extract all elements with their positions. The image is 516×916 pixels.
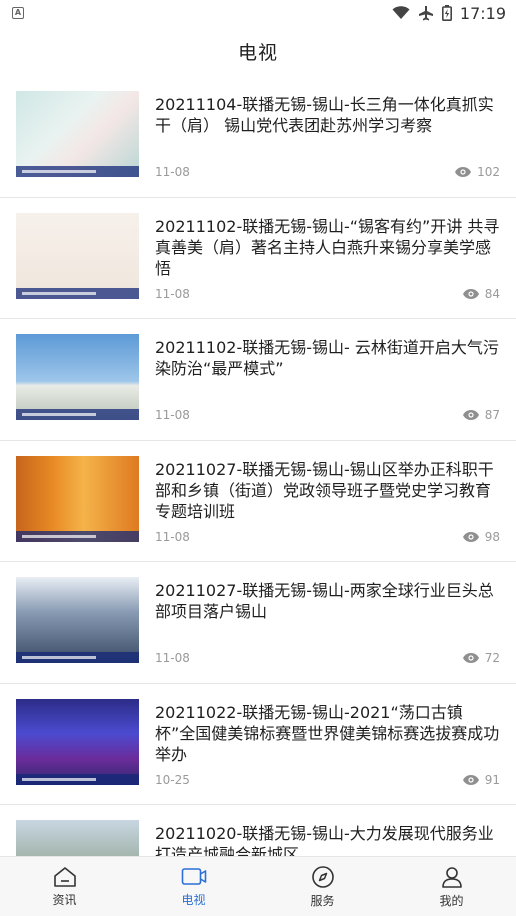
eye-icon — [455, 167, 472, 177]
status-bar: A 17:19 — [0, 0, 516, 26]
view-count-value: 84 — [484, 286, 500, 301]
tab-label: 电视 — [181, 892, 206, 907]
bottom-tab-bar: 资讯 电视 服务 我的 — [0, 856, 516, 916]
video-thumbnail[interactable] — [16, 455, 139, 542]
news-list[interactable]: 20211104-联播无锡-锡山-长三角一体化真抓实干（肩） 锡山党代表团赴苏州… — [0, 76, 516, 856]
news-item[interactable]: 20211020-联播无锡-锡山-大力发展现代服务业 打造产城融合新城区 — [0, 805, 516, 856]
tab-label: 服务 — [310, 893, 335, 908]
video-thumbnail[interactable] — [16, 212, 139, 299]
tab-news[interactable]: 资讯 — [0, 857, 129, 916]
thumbnail-caption-bar — [16, 652, 139, 663]
news-date: 11-08 — [155, 408, 190, 422]
video-thumbnail[interactable] — [16, 820, 139, 856]
view-count: 72 — [462, 651, 500, 665]
view-count-value: 87 — [484, 408, 500, 422]
tab-label: 我的 — [439, 893, 464, 908]
thumbnail-caption-bar — [16, 409, 139, 420]
video-thumbnail[interactable] — [16, 577, 139, 663]
app-header: 电视 — [0, 26, 516, 76]
news-title[interactable]: 20211027-联播无锡-锡山-锡山区举办正科职干部和乡镇（街道）党政领导班子… — [155, 456, 500, 519]
news-item[interactable]: 20211022-联播无锡-锡山-2021“荡口古镇杯”全国健美锦标赛暨世界健美… — [0, 684, 516, 805]
news-title[interactable]: 20211104-联播无锡-锡山-长三角一体化真抓实干（肩） 锡山党代表团赴苏州… — [155, 91, 500, 136]
view-count-value: 72 — [484, 651, 500, 665]
eye-icon — [462, 531, 479, 542]
video-thumbnail[interactable] — [16, 334, 139, 420]
eye-icon — [462, 653, 479, 663]
tv-icon — [181, 867, 206, 885]
news-item[interactable]: 20211104-联播无锡-锡山-长三角一体化真抓实干（肩） 锡山党代表团赴苏州… — [0, 76, 516, 198]
tab-services[interactable]: 服务 — [258, 857, 387, 916]
video-thumbnail[interactable] — [16, 91, 139, 177]
news-date: 11-08 — [155, 651, 190, 665]
thumbnail-caption-bar — [16, 530, 139, 542]
thumbnail-caption-bar — [16, 166, 139, 177]
view-count-value: 91 — [484, 772, 500, 787]
sim-notification-icon: A — [12, 7, 24, 19]
tab-tv[interactable]: 电视 — [129, 857, 258, 916]
home-icon — [53, 866, 76, 887]
battery-icon — [441, 5, 452, 21]
view-count-value: 98 — [484, 529, 500, 544]
clock-time: 17:19 — [459, 3, 506, 23]
eye-icon — [462, 774, 479, 785]
page-title: 电视 — [237, 41, 278, 64]
video-thumbnail[interactable] — [16, 698, 139, 785]
tab-mine[interactable]: 我的 — [387, 857, 516, 916]
news-item[interactable]: 20211027-联播无锡-锡山-锡山区举办正科职干部和乡镇（街道）党政领导班子… — [0, 441, 516, 562]
tab-label: 资讯 — [52, 892, 77, 907]
view-count: 102 — [455, 165, 500, 179]
news-date: 11-08 — [155, 529, 190, 544]
news-date: 11-08 — [155, 286, 190, 301]
news-item[interactable]: 20211102-联播无锡-锡山- 云林街道开启大气污染防治“最严模式” 11-… — [0, 319, 516, 441]
news-date: 10-25 — [155, 772, 190, 787]
news-item[interactable]: 20211102-联播无锡-锡山-“锡客有约”开讲 共寻真善美（肩）著名主持人白… — [0, 198, 516, 319]
view-count: 87 — [462, 408, 500, 422]
eye-icon — [462, 410, 479, 420]
thumbnail-caption-bar — [16, 287, 139, 299]
news-title[interactable]: 20211102-联播无锡-锡山- 云林街道开启大气污染防治“最严模式” — [155, 334, 500, 379]
user-icon — [441, 866, 462, 888]
news-title[interactable]: 20211022-联播无锡-锡山-2021“荡口古镇杯”全国健美锦标赛暨世界健美… — [155, 699, 500, 762]
view-count: 84 — [462, 286, 500, 301]
view-count: 91 — [462, 772, 500, 787]
compass-icon — [311, 865, 334, 888]
eye-icon — [462, 288, 479, 299]
thumbnail-caption-bar — [16, 773, 139, 785]
news-item[interactable]: 20211027-联播无锡-锡山-两家全球行业巨头总部项目落户锡山 11-08 … — [0, 562, 516, 684]
news-title[interactable]: 20211027-联播无锡-锡山-两家全球行业巨头总部项目落户锡山 — [155, 577, 500, 622]
airplane-mode-icon — [418, 6, 433, 21]
wifi-icon — [392, 6, 410, 19]
news-date: 11-08 — [155, 165, 190, 179]
news-title[interactable]: 20211020-联播无锡-锡山-大力发展现代服务业 打造产城融合新城区 — [155, 820, 500, 856]
view-count: 98 — [462, 529, 500, 544]
news-title[interactable]: 20211102-联播无锡-锡山-“锡客有约”开讲 共寻真善美（肩）著名主持人白… — [155, 213, 500, 276]
view-count-value: 102 — [477, 165, 500, 179]
